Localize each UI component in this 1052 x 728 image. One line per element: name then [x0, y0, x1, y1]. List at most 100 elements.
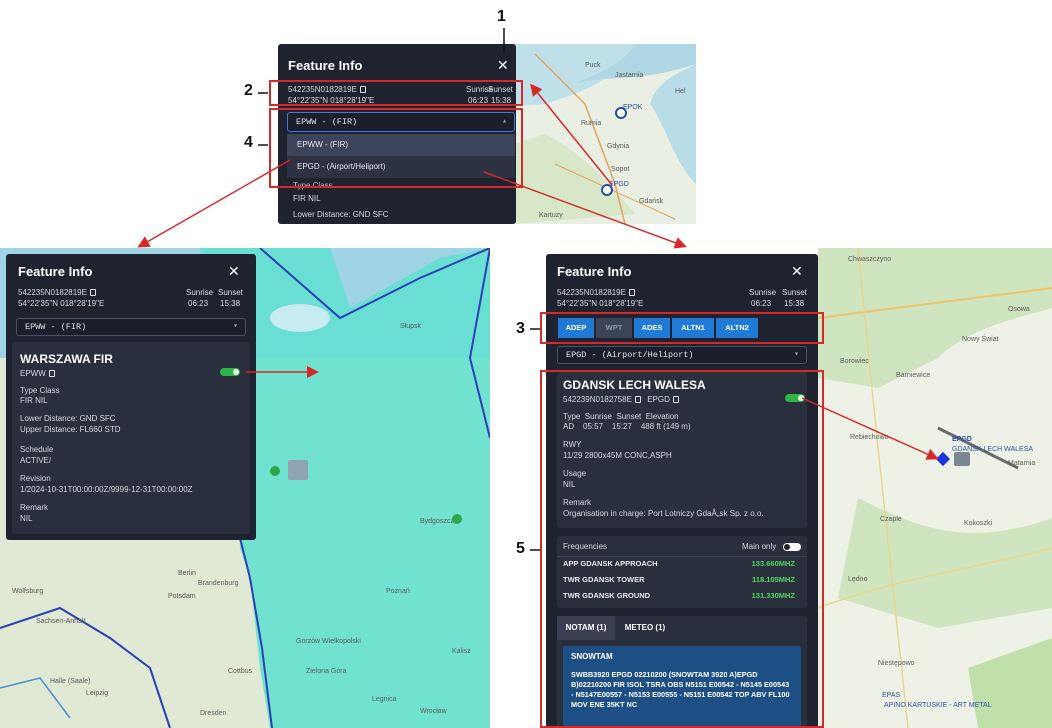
top-map-label: Rumia — [581, 120, 602, 127]
feature-name: WARSZAWA FIR — [20, 352, 113, 366]
map-label: Barniewice — [896, 372, 931, 379]
map-label: EPGD — [952, 436, 972, 443]
close-icon[interactable]: ✕ — [497, 57, 509, 74]
coord-dms: 54°22'35"N 018°28'19"E — [557, 299, 644, 308]
feature-card: WARSZAWA FIR EPWW Type Class FIR NIL Low… — [12, 342, 250, 534]
copy-icon[interactable] — [48, 370, 55, 377]
map-label: Poznań — [386, 588, 410, 595]
airport-marker-icon[interactable] — [452, 514, 462, 524]
map-label: Nowy Świat — [962, 336, 999, 343]
feature-code: EPWW — [20, 369, 55, 379]
callout-1: 1 — [497, 8, 506, 25]
map-label: APINO KARTUSKIE - ART METAL — [884, 702, 992, 709]
map-label: Leipzig — [86, 690, 109, 697]
feature-info-panel-left: Feature Info ✕ 542235N0182819E 54°22'35"… — [6, 254, 256, 540]
airport-marker-icon[interactable] — [615, 107, 627, 119]
airport-marker-icon[interactable] — [601, 184, 613, 196]
callout-5: 5 — [516, 540, 525, 557]
map-label: Lędno — [848, 576, 868, 583]
panel-title: Feature Info — [288, 58, 363, 73]
top-map-label: Sopot — [611, 166, 630, 173]
map-label: Rebiechowo — [850, 434, 889, 441]
panel-title: Feature Info — [557, 264, 632, 279]
top-map[interactable]: Puck Jastarnia Hel EPOK Rumia Gdynia Sop… — [515, 44, 696, 224]
map-label: Zielona Góra — [306, 668, 347, 675]
callout-4: 4 — [244, 134, 253, 151]
map-label: Borowiec — [840, 358, 869, 365]
coord-packed: 542235N0182819E — [18, 288, 96, 298]
top-map-label: Hel — [675, 88, 686, 95]
map-label: Słupsk — [400, 323, 422, 330]
upper-distance: Upper Distance: FL660 STD — [20, 425, 121, 434]
type-class-label: Type Class — [20, 386, 60, 395]
map-label: Matarnia — [1008, 460, 1036, 467]
feature-select-value: EPWW - (FIR) — [25, 322, 87, 332]
arrow-to-fir — [137, 159, 291, 248]
map-label: Bydgoszcz — [420, 518, 454, 525]
coord-packed-text: 542235N0182819E — [557, 288, 626, 297]
map-symbol-icon[interactable] — [954, 452, 970, 466]
airport-map-graphics — [818, 248, 1052, 728]
map-label: Wolfsburg — [12, 588, 44, 595]
map-label: Sachsen-Anhalt — [36, 618, 86, 625]
map-label: Niestępowo — [878, 660, 915, 667]
map-label: Brandenburg — [198, 580, 239, 587]
feature-code-text: EPWW — [20, 369, 46, 378]
remark-label: Remark — [20, 503, 49, 512]
remark-value: NIL — [20, 514, 33, 523]
lower-distance: Lower Distance: GND SFC — [20, 414, 116, 423]
top-map-label: Gdynia — [607, 143, 630, 150]
map-label: Berlin — [178, 570, 196, 577]
map-label: Chwaszczyno — [848, 256, 892, 263]
map-label: Cottbus — [228, 668, 253, 675]
callout-3: 3 — [516, 320, 525, 337]
map-label: Potsdam — [168, 593, 196, 600]
coord-packed-text: 542235N0182819E — [18, 288, 87, 297]
panel-title: Feature Info — [18, 264, 93, 279]
map-label: EPAS — [882, 692, 901, 699]
feature-select-value: EPGD - (Airport/Heliport) — [566, 350, 694, 360]
copy-icon[interactable] — [628, 289, 635, 296]
sunset-label: Sunset — [782, 288, 807, 297]
revision-value: 1/2024-10-31T00:00:00Z/9999-12-31T00:00:… — [20, 485, 193, 494]
coord-dms: 54°22'35"N 018°28'19"E — [18, 299, 105, 308]
map-label: Legnica — [372, 696, 397, 703]
map-label: Dresden — [200, 710, 227, 717]
map-label: Czaple — [880, 516, 902, 523]
map-label: Osowa — [1008, 306, 1030, 313]
revision-label: Revision — [20, 474, 51, 483]
right-map[interactable]: Chwaszczyno Osowa Nowy Świat Borowiec Ba… — [818, 248, 1052, 728]
airport-marker-icon[interactable] — [270, 466, 280, 476]
callout-2: 2 — [244, 82, 253, 99]
highlight-box-3 — [540, 312, 824, 344]
map-label: Wrocław — [420, 708, 447, 715]
peek-type-value: FIR NIL — [293, 194, 321, 203]
sunset-time: 15:38 — [784, 299, 805, 308]
visibility-toggle[interactable] — [220, 368, 240, 376]
top-map-graphics — [515, 44, 696, 224]
peek-lower: Lower Distance: GND SFC — [293, 210, 389, 219]
sunrise-time: 06:23 — [188, 299, 209, 308]
map-label: Kalisz — [452, 648, 471, 655]
map-label: Kokoszki — [964, 520, 993, 527]
schedule-label: Schedule — [20, 445, 54, 454]
sunrise-label: Sunrise — [186, 288, 214, 297]
map-symbol-icon[interactable] — [288, 460, 308, 480]
feature-select[interactable]: EPWW - (FIR) ▾ — [16, 318, 246, 336]
highlight-box-4 — [269, 108, 523, 188]
chevron-down-icon: ▾ — [233, 322, 238, 331]
sunrise-time: 06:23 — [751, 299, 772, 308]
schedule-value: ACTIVE/ — [20, 456, 52, 465]
coord-packed: 542235N0182819E — [557, 288, 635, 298]
top-map-label: Puck — [585, 62, 601, 69]
copy-icon[interactable] — [89, 289, 96, 296]
type-class-value: FIR NIL — [20, 396, 48, 405]
close-icon[interactable]: ✕ — [791, 263, 803, 280]
sunset-time: 15:38 — [220, 299, 241, 308]
close-icon[interactable]: ✕ — [228, 263, 240, 280]
sunset-label: Sunset — [218, 288, 243, 297]
top-map-label: Kartuzy — [539, 212, 563, 219]
feature-select[interactable]: EPGD - (Airport/Heliport) ▾ — [557, 346, 807, 364]
highlight-box-5 — [540, 370, 824, 728]
map-label: Gorzów Wielkopolski — [296, 638, 361, 645]
